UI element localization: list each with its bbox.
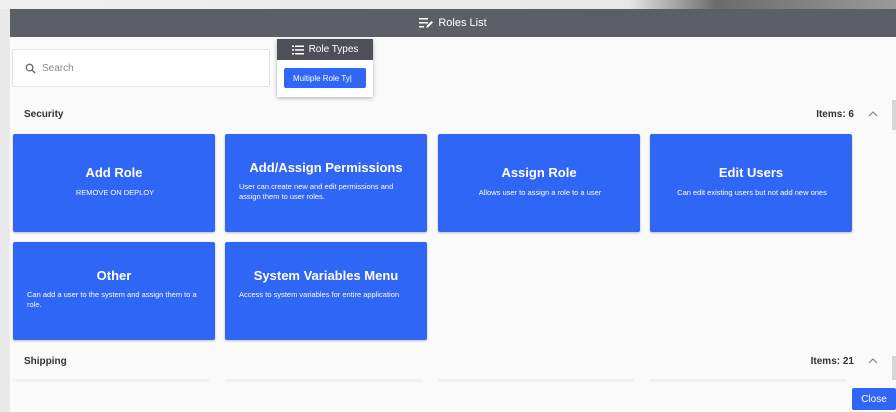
- scrollbar-thumb[interactable]: [892, 356, 896, 380]
- card-row-edge: [650, 379, 846, 382]
- roles-list-dialog: Roles List Role Types Multiple Role Ty| …: [10, 9, 896, 412]
- role-card-assign-role[interactable]: Assign Role Allows user to assign a role…: [438, 134, 640, 232]
- search-icon: [25, 63, 36, 74]
- card-row-edge: [225, 379, 421, 382]
- scrollbar-thumb[interactable]: [892, 100, 896, 130]
- role-card-title: Edit Users: [718, 165, 784, 180]
- role-card-other[interactable]: Other Can add a user to the system and a…: [13, 242, 215, 340]
- role-card-title: Other: [96, 268, 132, 283]
- role-card-description: Allows user to assign a role to a user: [478, 188, 602, 197]
- role-card-title: Add Role: [85, 165, 143, 180]
- role-types-title: Role Types: [308, 44, 359, 55]
- dialog-titlebar: Roles List: [10, 9, 896, 37]
- role-card-add-role[interactable]: Add Role REMOVE ON DEPLOY: [13, 134, 215, 232]
- role-types-panel: Role Types Multiple Role Ty|: [277, 39, 373, 97]
- role-card-title: Assign Role: [501, 165, 577, 180]
- search-field[interactable]: [12, 49, 270, 87]
- chevron-up-icon[interactable]: [868, 110, 878, 118]
- role-card-title: Add/Assign Permissions: [249, 160, 403, 175]
- role-card-description: Can add a user to the system and assign …: [27, 290, 197, 309]
- role-card-description: Access to system variables for entire ap…: [239, 290, 400, 299]
- section-item-count: Items: 6: [816, 108, 854, 120]
- role-card-description: Can edit existing users but not add new …: [677, 188, 827, 197]
- role-card-description: REMOVE ON DEPLOY: [75, 188, 155, 197]
- list-icon: [291, 45, 304, 54]
- role-card-description: User can create new and edit permissions…: [239, 182, 394, 201]
- section-header-security[interactable]: Security Items: 6: [10, 103, 896, 125]
- role-types-header: Role Types: [277, 39, 373, 60]
- section-title: Security: [24, 108, 64, 120]
- role-card-edit-users[interactable]: Edit Users Can edit existing users but n…: [650, 134, 852, 232]
- background-window-edge: [0, 0, 896, 9]
- role-card-add-assign-permissions[interactable]: Add/Assign Permissions User can create n…: [225, 134, 427, 232]
- section-title: Shipping: [24, 355, 67, 367]
- playlist-edit-icon: [419, 18, 434, 28]
- chevron-up-icon[interactable]: [868, 357, 878, 365]
- search-input[interactable]: [42, 62, 242, 74]
- section-header-shipping[interactable]: Shipping Items: 21: [10, 350, 896, 372]
- role-card-title: System Variables Menu: [253, 268, 399, 283]
- close-button[interactable]: Close: [852, 388, 896, 410]
- card-row-edge: [438, 379, 634, 382]
- card-row-edge: [13, 379, 209, 382]
- section-item-count: Items: 21: [810, 355, 854, 367]
- role-type-select-button[interactable]: Multiple Role Ty|: [284, 68, 366, 88]
- dialog-title: Roles List: [438, 17, 487, 29]
- role-card-system-variables-menu[interactable]: System Variables Menu Access to system v…: [225, 242, 427, 340]
